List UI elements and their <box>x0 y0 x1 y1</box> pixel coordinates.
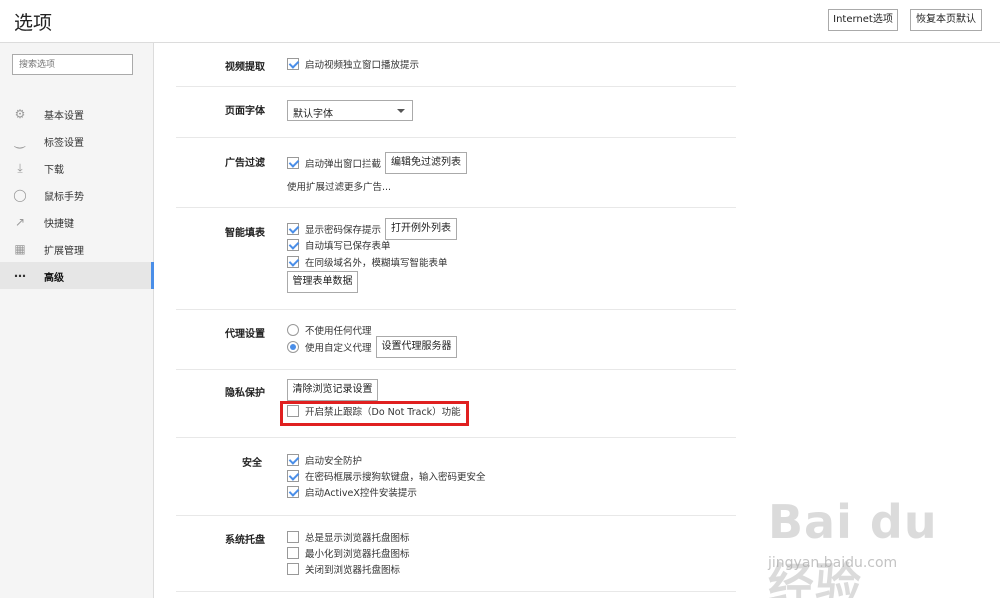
red-highlight-box <box>280 401 469 426</box>
security-protection-option[interactable]: 启动安全防护 <box>287 453 362 467</box>
custom-proxy-option[interactable]: 使用自定义代理 <box>287 340 372 354</box>
sidebar-item-label: 下载 <box>44 165 64 176</box>
sidebar-item-label: 基本设置 <box>44 111 84 122</box>
checkbox[interactable] <box>287 454 299 466</box>
checkbox[interactable] <box>287 239 299 251</box>
option-label: 在同级域名外，模糊填写智能表单 <box>305 258 448 269</box>
font-select[interactable]: 默认字体 <box>287 100 413 121</box>
open-exceptions-button[interactable]: 打开例外列表 <box>385 218 457 240</box>
sidebar-item-shortcuts[interactable]: ↗ 快捷键 <box>0 208 154 235</box>
soft-keyboard-option[interactable]: 在密码框展示搜狗软键盘，输入密码更安全 <box>287 469 486 483</box>
tab-icon: ⏝ <box>14 134 26 148</box>
section-security: 安全 启动安全防护 在密码框展示搜狗软键盘，输入密码更安全 启动ActiveX控… <box>176 438 736 516</box>
page-title: 选项 <box>14 12 53 34</box>
password-save-option[interactable]: 显示密码保存提示 <box>287 222 381 236</box>
adblock-extension-link[interactable]: 使用扩展过滤更多广告... <box>287 179 391 193</box>
section-video: 视频提取 启动视频独立窗口播放提示 <box>176 43 736 87</box>
sidebar-item-tabs[interactable]: ⏝ 标签设置 <box>0 127 154 154</box>
always-show-tray-option[interactable]: 总是显示浏览器托盘图标 <box>287 530 410 544</box>
activex-prompt-option[interactable]: 启动ActiveX控件安装提示 <box>287 485 417 499</box>
radio[interactable] <box>287 324 299 336</box>
sidebar-item-advanced[interactable]: ⋯ 高级 <box>0 262 154 289</box>
baidu-watermark: Bai du 经验 jingyan.baidu.com <box>760 485 995 598</box>
font-select-value: 默认字体 <box>293 109 333 120</box>
sidebar: ⚙ 基本设置 ⏝ 标签设置 ⤓ 下载 ◯ 鼠标手势 ↗ 快捷键 ▦ 扩展管理 ⋯… <box>0 43 154 598</box>
video-popup-option[interactable]: 启动视频独立窗口播放提示 <box>287 57 419 71</box>
checkbox[interactable] <box>287 223 299 235</box>
sidebar-item-download[interactable]: ⤓ 下载 <box>0 154 154 181</box>
chevron-down-icon <box>397 109 405 113</box>
option-label: 启动弹出窗口拦截 <box>305 159 382 170</box>
fuzzy-autofill-option[interactable]: 在同级域名外，模糊填写智能表单 <box>287 255 448 269</box>
sidebar-item-basic[interactable]: ⚙ 基本设置 <box>0 100 154 127</box>
popup-block-option[interactable]: 启动弹出窗口拦截 <box>287 156 381 170</box>
watermark-logo: Bai du 经验 <box>768 495 938 598</box>
autofill-saved-option[interactable]: 自动填写已保存表单 <box>287 238 391 252</box>
section-title: 安全 <box>242 458 262 469</box>
checkbox[interactable] <box>287 470 299 482</box>
section-proxy: 代理设置 不使用任何代理 使用自定义代理 设置代理服务器 <box>176 310 736 370</box>
mouse-icon: ◯ <box>13 188 27 202</box>
download-icon: ⤓ <box>17 161 23 175</box>
section-autofill: 智能填表 显示密码保存提示 打开例外列表 自动填写已保存表单 在同级域名外，模糊… <box>176 208 736 310</box>
section-title: 系统托盘 <box>225 535 265 546</box>
shortcut-icon: ↗ <box>14 215 26 229</box>
section-title: 广告过滤 <box>225 158 265 169</box>
more-icon: ⋯ <box>14 269 26 283</box>
section-title: 智能填表 <box>225 228 265 239</box>
checkbox[interactable] <box>287 256 299 268</box>
section-font: 页面字体 默认字体 <box>176 87 736 138</box>
sidebar-item-mouse-gestures[interactable]: ◯ 鼠标手势 <box>0 181 154 208</box>
option-label: 启动安全防护 <box>305 456 363 467</box>
section-title: 隐私保护 <box>225 388 265 399</box>
option-label: 启动视频独立窗口播放提示 <box>305 60 420 71</box>
section-tray: 系统托盘 总是显示浏览器托盘图标 最小化到浏览器托盘图标 关闭到浏览器托盘图标 <box>176 516 736 592</box>
sidebar-item-label: 快捷键 <box>44 219 74 230</box>
no-proxy-option[interactable]: 不使用任何代理 <box>287 323 372 337</box>
sidebar-item-label: 鼠标手势 <box>44 192 84 203</box>
option-label: 最小化到浏览器托盘图标 <box>305 549 410 560</box>
reset-defaults-button[interactable]: 恢复本页默认 <box>910 9 982 31</box>
section-title: 页面字体 <box>225 106 265 117</box>
option-label: 使用自定义代理 <box>305 343 372 354</box>
option-label: 在密码框展示搜狗软键盘，输入密码更安全 <box>305 472 486 483</box>
sidebar-item-label: 标签设置 <box>44 138 84 149</box>
proxy-server-button[interactable]: 设置代理服务器 <box>376 336 457 358</box>
sidebar-item-label: 高级 <box>44 273 64 284</box>
option-label: 总是显示浏览器托盘图标 <box>305 533 410 544</box>
option-label: 自动填写已保存表单 <box>305 241 391 252</box>
header: 选项 Internet选项 恢复本页默认 <box>0 0 1000 43</box>
checkbox[interactable] <box>287 486 299 498</box>
clear-history-settings-button[interactable]: 清除浏览记录设置 <box>287 379 378 401</box>
option-label: 启动ActiveX控件安装提示 <box>305 488 417 499</box>
radio[interactable] <box>287 341 299 353</box>
checkbox[interactable] <box>287 58 299 70</box>
option-label: 显示密码保存提示 <box>305 225 382 236</box>
gear-icon: ⚙ <box>14 107 26 121</box>
internet-options-button[interactable]: Internet选项 <box>828 9 898 31</box>
checkbox[interactable] <box>287 157 299 169</box>
sidebar-item-extensions[interactable]: ▦ 扩展管理 <box>0 235 154 262</box>
option-label: 关闭到浏览器托盘图标 <box>305 565 401 576</box>
extensions-icon: ▦ <box>14 242 26 256</box>
option-label: 不使用任何代理 <box>305 326 372 337</box>
manage-form-data-button[interactable]: 管理表单数据 <box>287 271 358 293</box>
section-title: 代理设置 <box>225 329 265 340</box>
watermark-url: jingyan.baidu.com <box>768 555 898 571</box>
section-title: 视频提取 <box>225 62 265 73</box>
checkbox[interactable] <box>287 547 299 559</box>
edit-whitelist-button[interactable]: 编辑免过滤列表 <box>385 152 467 174</box>
close-to-tray-option[interactable]: 关闭到浏览器托盘图标 <box>287 562 400 576</box>
minimize-to-tray-option[interactable]: 最小化到浏览器托盘图标 <box>287 546 410 560</box>
section-adblock: 广告过滤 启动弹出窗口拦截 编辑免过滤列表 使用扩展过滤更多广告... <box>176 138 736 208</box>
checkbox[interactable] <box>287 531 299 543</box>
sidebar-item-label: 扩展管理 <box>44 246 84 257</box>
search-input[interactable] <box>12 54 133 75</box>
checkbox[interactable] <box>287 563 299 575</box>
